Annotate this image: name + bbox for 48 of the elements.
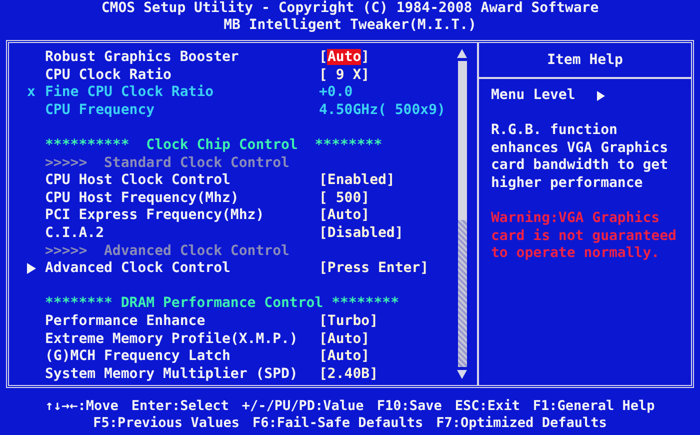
info-value: 4.50GHz( 500x9) <box>319 102 446 120</box>
scroll-bar[interactable] <box>455 49 469 379</box>
right-triangle-icon <box>597 90 606 101</box>
key-hint: F7:Optimized Defaults <box>436 415 607 432</box>
setting-value[interactable]: [Turbo] <box>319 312 378 330</box>
key-hint: F1:General Help <box>532 398 655 415</box>
section-header: ********** Clock Chip Control ******** <box>45 136 382 155</box>
key-hint: F6:Fail-Safe Defaults <box>252 415 424 432</box>
setting-label[interactable]: CPU Host Clock Control <box>45 172 230 188</box>
locked-marker: x <box>27 84 36 102</box>
key-hint: +/-/PU/PD:Value <box>242 398 364 415</box>
help-title: Item Help <box>547 50 623 70</box>
setting-label[interactable]: System Memory Multiplier (SPD) <box>45 366 298 382</box>
setting-value[interactable]: [Press Enter] <box>319 260 429 278</box>
setting-label[interactable]: C.I.A.2 <box>45 224 104 241</box>
subsection-label: >>>>> Advanced Clock Control <box>45 242 290 260</box>
setting-value[interactable]: [2.40B] <box>319 366 378 384</box>
setting-label[interactable]: PCI Express Frequency(Mhz) <box>45 207 264 224</box>
submenu-label[interactable]: Advanced Clock Control <box>45 260 230 276</box>
setting-label: Fine CPU Clock Ratio <box>45 84 214 100</box>
key-hint: Enter:Select <box>131 398 229 415</box>
submenu-arrow-icon <box>27 263 36 274</box>
setting-label[interactable]: Extreme Memory Profile(X.M.P.) <box>45 330 298 346</box>
setting-value[interactable]: [Auto] <box>319 330 370 348</box>
utility-title: CMOS Setup Utility - Copyright (C) 1984-2008 Award Software <box>101 0 599 16</box>
key-hint: F5:Previous Values <box>93 415 240 432</box>
setting-value[interactable]: [Auto] <box>319 348 370 366</box>
key-hint: ↑↓→←:Move <box>45 398 118 415</box>
setting-value: +0.0 <box>319 84 353 102</box>
setting-label[interactable]: CPU Clock Ratio <box>45 66 172 83</box>
setting-value[interactable]: [Disabled] <box>319 224 404 243</box>
subsection-label: >>>>> Standard Clock Control <box>45 154 290 172</box>
setting-value[interactable]: [ 500] <box>319 190 370 208</box>
key-hint: ESC:Exit <box>454 398 520 415</box>
setting-value[interactable]: [Auto] <box>319 207 370 225</box>
info-label: CPU Frequency <box>45 102 155 118</box>
setting-label[interactable]: CPU Host Frequency(Mhz) <box>45 190 239 206</box>
help-description: R.G.B. function enhances VGA Graphics card bandwidth to get higher performance <box>491 122 670 193</box>
menu-level-label: Menu Level <box>491 87 576 105</box>
warning-text: Warning:VGA Graphics card is not guaranteed to operate normally. <box>491 210 678 263</box>
page-title: MB Intelligent Tweaker(M.I.T.) <box>224 17 476 33</box>
setting-value[interactable]: [ 9 X] <box>319 66 370 84</box>
key-hint: F10:Save <box>376 398 442 415</box>
setting-label[interactable]: Robust Graphics Booster <box>45 49 239 65</box>
setting-label[interactable]: (G)MCH Frequency Latch <box>45 348 230 364</box>
setting-value[interactable]: [Enabled] <box>319 172 395 190</box>
setting-label[interactable]: Performance Enhance <box>45 312 206 329</box>
section-header: ******** DRAM Performance Control ******** <box>45 295 400 313</box>
